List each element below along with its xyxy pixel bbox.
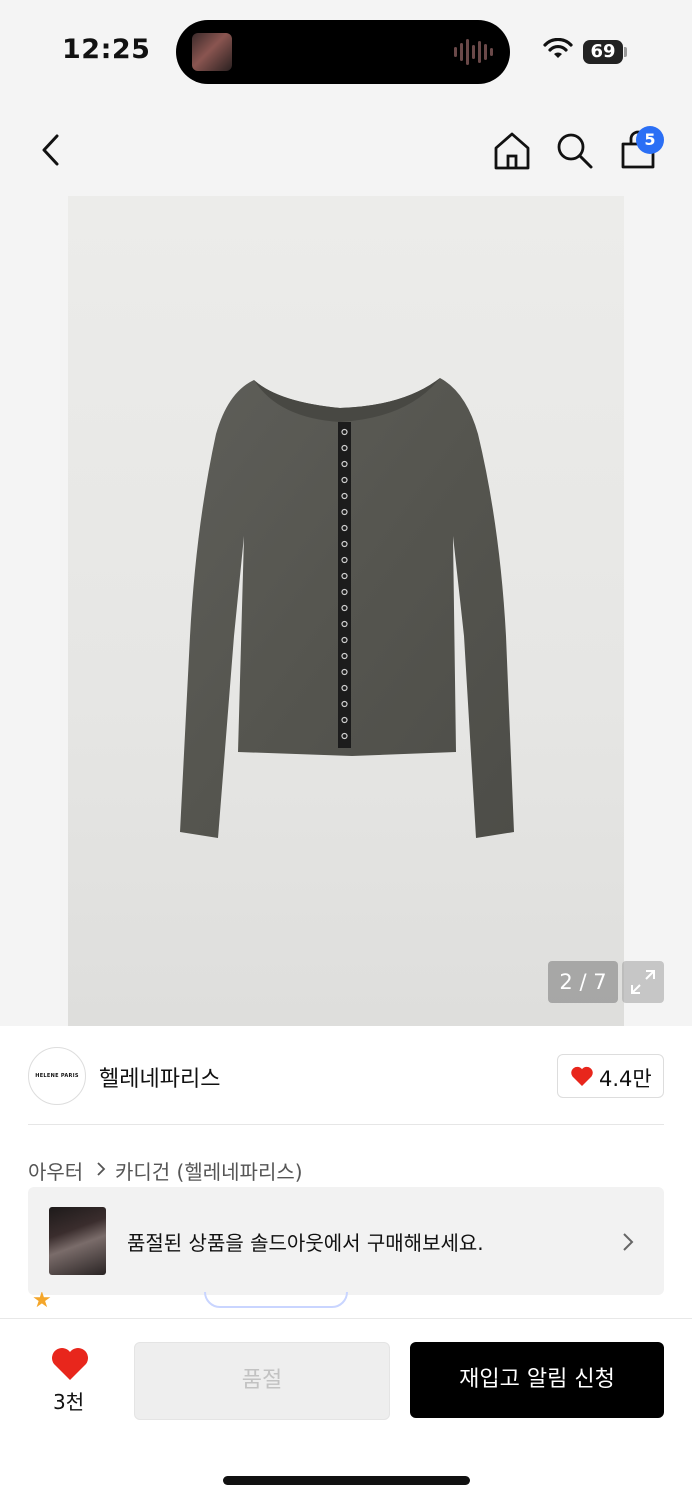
brand-logo[interactable]: HELENE PARIS [28,1047,86,1105]
soldout-button: 품절 [134,1342,390,1420]
restock-alert-button[interactable]: 재입고 알림 신청 [410,1342,664,1418]
search-icon[interactable] [554,128,594,172]
breadcrumb-category[interactable]: 아우터 [28,1156,83,1185]
wishlist-heart-icon[interactable] [50,1346,90,1382]
status-time: 12:25 [62,34,151,65]
product-image[interactable] [68,196,624,1026]
breadcrumb-subcategory[interactable]: 카디건 (헬레네파리스) [115,1156,303,1185]
review-row-peek: ★ [32,1292,352,1308]
banner-thumbnail [49,1207,106,1275]
audio-waveform-icon [454,38,493,66]
star-icon: ★ [32,1292,52,1308]
wishlist-count: 3천 [53,1390,85,1414]
chevron-right-icon [623,1233,634,1251]
image-counter: 2 / 7 [548,961,618,1003]
dynamic-island[interactable] [176,20,510,84]
chevron-right-icon [97,1162,106,1176]
expand-icon[interactable] [622,961,664,1003]
tag-pill [204,1292,348,1308]
brand-name[interactable]: 헬레네파리스 [99,1061,220,1093]
heart-icon [571,1066,593,1086]
cart-count-badge: 5 [636,126,664,154]
battery-indicator: 69 [583,40,623,64]
brand-like-count: 4.4만 [599,1067,652,1091]
home-indicator[interactable] [223,1476,470,1485]
battery-tip [624,47,627,57]
banner-text: 품절된 상품을 솔드아웃에서 구매해보세요. [127,1231,484,1255]
now-playing-artwork [192,33,232,71]
home-icon[interactable] [492,128,532,172]
brand-like-button[interactable]: 4.4만 [557,1054,664,1098]
wifi-icon [543,38,573,58]
back-icon[interactable] [34,128,74,172]
divider [28,1124,664,1125]
cardigan-illustration [180,378,514,838]
